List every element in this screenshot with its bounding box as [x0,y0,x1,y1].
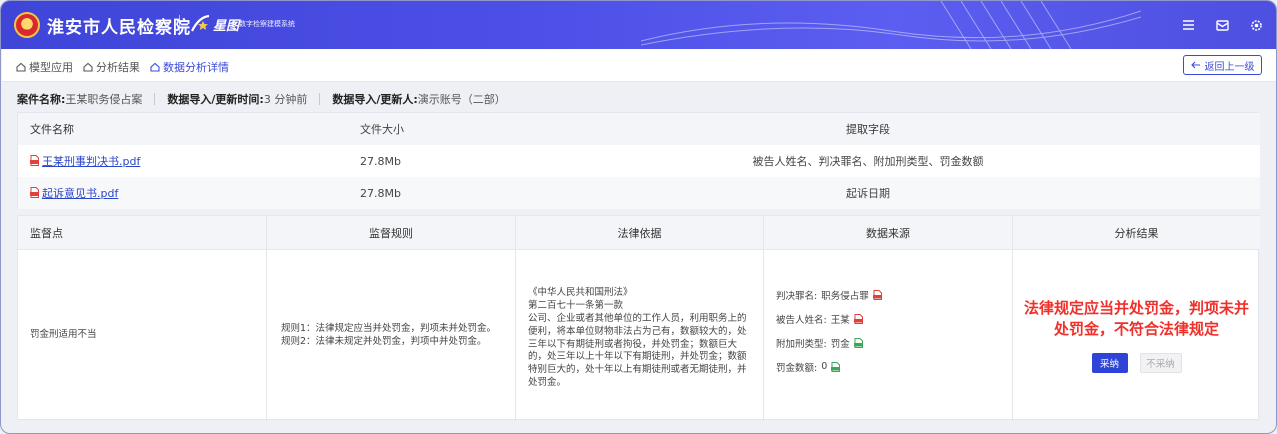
source-file-icon[interactable] [831,361,841,372]
source-item: 被告人姓名: 王某 [776,312,882,326]
source-file-icon[interactable] [853,313,863,324]
brand-divider [179,15,180,35]
extracted-fields: 起诉日期 [846,187,890,200]
column-supervision-point: 监督点 罚金刑适用不当 [18,216,267,421]
update-time-label: 数据导入/更新时间: [167,93,264,106]
col-file-size: 文件大小 [360,123,404,136]
source-item: 判决罪名: 职务侵占罪 [776,288,882,302]
case-name-value: 王某职务侵占案 [65,93,143,106]
breadcrumb-label: 模型应用 [29,61,73,74]
app-frame: 淮安市人民检察院 星图 数字检察建模系统 模型应用 分析结果 数据分析详情 返回… [0,0,1277,434]
column-legal-basis: 法律依据 《中华人民共和国刑法》 第二百七十一条第一款 公司、企业或者其他单位的… [516,216,764,421]
extracted-fields: 被告人姓名、判决罪名、附加刑类型、罚金数额 [752,155,984,168]
file-table: 文件名称 文件大小 提取字段 王某刑事判决书.pdf 27.8Mb 被告人姓名、… [17,112,1260,209]
law-article: 第二百七十一条第一款 [528,300,624,312]
mail-icon[interactable] [1214,17,1230,33]
breadcrumb-item-data-detail[interactable]: 数据分析详情 [150,59,229,75]
brand-title: 淮安市人民检察院 [47,18,191,38]
update-user-value: 演示账号（二部） [417,93,506,106]
source-label: 被告人姓名: [776,314,827,326]
home-icon [150,62,160,72]
pdf-icon [30,155,39,167]
header-decoration [641,1,1141,49]
table-row: 起诉意见书.pdf 27.8Mb 起诉日期 [18,177,1260,209]
source-value: 职务侵占罪 [821,290,869,302]
file-table-header: 文件名称 文件大小 提取字段 [18,113,1260,145]
update-time-value: 3 分钟前 [263,93,308,106]
file-name: 王某刑事判决书.pdf [42,154,141,168]
reject-button[interactable]: 不采纳 [1139,352,1182,373]
rule-1: 规则1：法律规定应当并处罚金，判项未并处罚金。 [281,322,497,334]
breadcrumb: 模型应用 分析结果 数据分析详情 [16,59,229,75]
adopt-button[interactable]: 采纳 [1091,352,1128,373]
column-data-source: 数据来源 判决罪名: 职务侵占罪 被告人姓名: 王某 附加刑类型: 罚金 罚金数… [764,216,1013,421]
breadcrumb-label: 数据分析详情 [163,61,229,74]
source-item: 罚金数额: 0 [776,360,882,374]
header-legal-basis: 法律依据 [516,216,763,250]
back-button[interactable]: 返回上一级 [1183,55,1262,75]
product-name: 星图 [213,19,240,34]
breadcrumb-bar: 模型应用 分析结果 数据分析详情 返回上一级 [2,49,1276,82]
header-data-source: 数据来源 [764,216,1012,250]
file-size: 27.8Mb [360,154,401,168]
pdf-icon [30,187,39,199]
column-analysis-result: 分析结果 法律规定应当并处罚金，判项未并处罚金，不符合法律规定 采纳 不采纳 [1013,216,1260,421]
menu-icon[interactable] [1180,17,1196,33]
supervision-point-value: 罚金刑适用不当 [30,329,97,341]
info-divider [319,93,321,105]
table-row: 王某刑事判决书.pdf 27.8Mb 被告人姓名、判决罪名、附加刑类型、罚金数额 [18,145,1260,177]
law-text: 公司、企业或者其他单位的工作人员，利用职务上的便利，将本单位财物非法占为己有，数… [528,312,747,388]
breadcrumb-label: 分析结果 [96,61,140,74]
analysis-result-text: 法律规定应当并处罚金，判项未并处罚金，不符合法律规定 [1023,299,1249,338]
star-logo-icon [191,14,210,32]
source-value: 王某 [830,314,850,326]
product-subtitle: 数字检察建模系统 [239,20,295,28]
back-button-label: 返回上一级 [1204,61,1255,73]
source-file-icon[interactable] [872,289,882,300]
file-size: 27.8Mb [360,186,401,200]
source-label: 罚金数额: [776,362,818,374]
file-name: 起诉意见书.pdf [42,186,119,200]
rule-2: 规则2：法律未规定并处罚金，判项中并处罚金。 [281,335,487,347]
header-supervision-rule: 监督规则 [267,216,515,250]
header-supervision-point: 监督点 [18,216,266,250]
file-link[interactable]: 起诉意见书.pdf [30,185,118,201]
column-supervision-rule: 监督规则 规则1：法律规定应当并处罚金，判项未并处罚金。 规则2：法律未规定并处… [267,216,516,421]
home-icon [16,62,26,72]
update-user-label: 数据导入/更新人: [332,93,418,106]
case-name-label: 案件名称: [17,93,66,106]
file-link[interactable]: 王某刑事判决书.pdf [30,153,140,169]
breadcrumb-item-model-apps[interactable]: 模型应用 [16,59,73,75]
breadcrumb-item-analysis-results[interactable]: 分析结果 [83,59,140,75]
procuratorate-emblem-icon [14,12,40,38]
source-item: 附加刑类型: 罚金 [776,336,882,350]
analysis-table: 监督点 罚金刑适用不当 监督规则 规则1：法律规定应当并处罚金，判项未并处罚金。… [17,215,1260,421]
col-extracted-fields: 提取字段 [846,123,890,136]
case-info: 案件名称: 王某职务侵占案 数据导入/更新时间: 3 分钟前 数据导入/更新人:… [17,91,518,107]
top-header: 淮安市人民检察院 星图 数字检察建模系统 [1,1,1276,49]
source-value: 0 [821,361,828,372]
source-label: 附加刑类型: [776,338,827,350]
col-file-name: 文件名称 [30,123,74,136]
info-divider [154,93,156,105]
source-file-icon[interactable] [853,337,863,348]
law-title: 《中华人民共和国刑法》 [528,287,633,299]
source-label: 判决罪名: [776,290,818,302]
back-arrow-icon [1190,61,1200,69]
home-icon [83,62,93,72]
header-analysis-result: 分析结果 [1013,216,1260,250]
source-value: 罚金 [830,338,850,350]
settings-icon[interactable] [1248,17,1264,33]
